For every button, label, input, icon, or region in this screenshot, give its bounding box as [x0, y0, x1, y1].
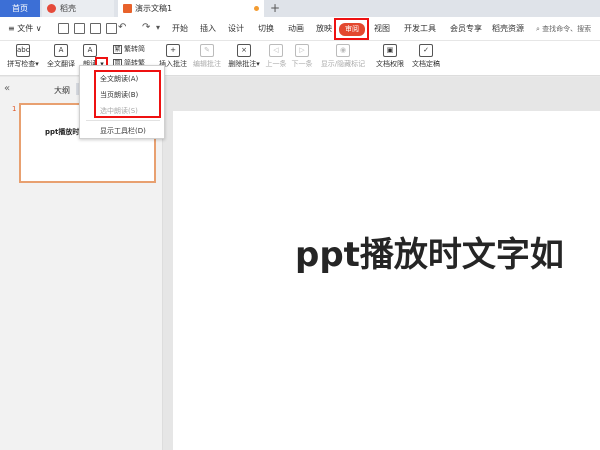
lock-icon: ▣ [383, 44, 397, 57]
menu-member[interactable]: 会员专享 [450, 17, 482, 41]
spellcheck-icon: abc [16, 44, 30, 57]
edit-comment-button[interactable]: ✎ 编辑批注 [190, 41, 224, 76]
spellcheck-label: 拼写检查 [7, 60, 36, 68]
search-icon: ⌕ [536, 25, 540, 33]
show-hide-markup-label: 显示/隐藏标记 [320, 60, 366, 68]
trad-label: 繁转简 [124, 45, 145, 53]
show-hide-markup-icon: ◉ [336, 44, 350, 57]
next-comment-icon: ▷ [295, 44, 309, 57]
slide-number: 1 [12, 105, 17, 113]
menu-view[interactable]: 视图 [374, 17, 390, 41]
command-search[interactable]: ⌕ 查找命令、搜索 [536, 17, 591, 41]
next-comment-label: 下一条 [291, 60, 313, 68]
prev-comment-label: 上一条 [265, 60, 287, 68]
new-tab-button[interactable]: + [268, 0, 282, 17]
show-toolbar-item[interactable]: 显示工具栏(D) [100, 126, 146, 136]
tab-document[interactable]: 演示文稿1 [118, 0, 264, 17]
highlight-read-options-box [94, 70, 161, 118]
search-placeholder: 查找命令、搜索 [542, 25, 592, 33]
tab-home[interactable]: 首页 [0, 0, 40, 17]
redo-icon[interactable]: ↷ [142, 22, 150, 33]
menu-design[interactable]: 设计 [228, 17, 244, 41]
menu-transition[interactable]: 切换 [258, 17, 274, 41]
translate-button[interactable]: A 全文翻译 [44, 41, 78, 76]
menu-start[interactable]: 开始 [172, 17, 188, 41]
prev-comment-button[interactable]: ◁ 上一条 [264, 41, 288, 76]
highlight-review-box [334, 18, 369, 40]
preview-icon[interactable] [106, 23, 117, 34]
doc-finalize-button[interactable]: ✓ 文档定稿 [410, 41, 442, 76]
print-icon[interactable] [90, 23, 101, 34]
edit-comment-icon: ✎ [200, 44, 214, 57]
tab-daoke[interactable]: 稻壳 [42, 0, 114, 17]
file-menu[interactable]: ≡ 文件 ∨ [8, 17, 42, 41]
delete-comment-icon: × [237, 44, 251, 57]
tab-outline[interactable]: 大纲 [54, 85, 70, 96]
doc-permission-button[interactable]: ▣ 文档权限 [374, 41, 406, 76]
dropdown-divider [86, 120, 160, 121]
menu-developer[interactable]: 开发工具 [404, 17, 436, 41]
tab-document-label: 演示文稿1 [135, 4, 173, 13]
menu-slideshow[interactable]: 放映 [316, 17, 332, 41]
read-aloud-icon: A [83, 44, 97, 57]
next-comment-button[interactable]: ▷ 下一条 [290, 41, 314, 76]
prev-comment-icon: ◁ [269, 44, 283, 57]
doc-permission-label: 文档权限 [376, 60, 404, 68]
finalize-icon: ✓ [419, 44, 433, 57]
menu-daoke-resources[interactable]: 稻壳资源 [492, 17, 524, 41]
undo-icon[interactable]: ↶ [118, 22, 126, 33]
menu-bar: ≡ 文件 ∨ ↶ ↷ ▾ 开始 插入 设计 切换 动画 放映 审阅 视图 开发工… [0, 17, 600, 41]
tab-daoke-label: 稻壳 [60, 4, 76, 13]
more-icon[interactable]: ▾ [156, 23, 160, 32]
trad-button[interactable]: 繁繁转简 [113, 44, 145, 54]
trad-icon: 繁 [113, 44, 122, 54]
doc-finalize-label: 文档定稿 [412, 60, 440, 68]
translate-label: 全文翻译 [47, 60, 75, 68]
slide-title[interactable]: ppt播放时文字如 [295, 227, 564, 276]
unsaved-dot-icon [254, 6, 259, 11]
ppt-icon [123, 4, 132, 13]
slide-canvas: ppt播放时文字如 [163, 77, 600, 450]
edit-comment-label: 编辑批注 [193, 60, 221, 68]
collapse-panel-icon[interactable]: « [4, 83, 10, 94]
slide[interactable]: ppt播放时文字如 [173, 111, 600, 450]
menu-insert[interactable]: 插入 [200, 17, 216, 41]
menu-animation[interactable]: 动画 [288, 17, 304, 41]
save-icon[interactable] [58, 23, 69, 34]
daoke-logo-icon [47, 4, 56, 13]
spellcheck-button[interactable]: abc 拼写检查▾ [6, 41, 40, 76]
window-tab-bar: 首页 稻壳 演示文稿1 + [0, 0, 600, 17]
translate-icon: A [54, 44, 68, 57]
delete-comment-label: 删除批注 [228, 60, 257, 68]
export-icon[interactable] [74, 23, 85, 34]
insert-comment-icon: + [166, 44, 180, 57]
delete-comment-button[interactable]: × 删除批注▾ [224, 41, 264, 76]
show-hide-markup-button[interactable]: ◉ 显示/隐藏标记 [318, 41, 368, 76]
